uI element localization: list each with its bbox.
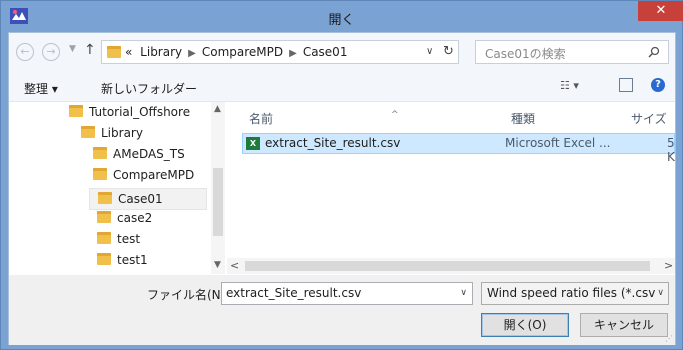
- scrollbar-thumb[interactable]: [213, 168, 223, 236]
- scroll-up-icon[interactable]: ▲: [214, 104, 221, 114]
- folder-icon: [93, 147, 107, 159]
- sort-ascending-icon: ^: [391, 110, 399, 120]
- file-size: 5 K: [667, 136, 675, 164]
- new-folder-button[interactable]: 新しいフォルダー: [101, 80, 197, 97]
- breadcrumb: « Library ▶ CompareMPD ▶ Case01: [125, 45, 347, 59]
- address-dropdown-icon[interactable]: ∨: [426, 46, 433, 57]
- folder-icon: [97, 211, 111, 223]
- column-header-size[interactable]: サイズ: [631, 110, 667, 127]
- breadcrumb-item-comparempd[interactable]: CompareMPD: [202, 45, 283, 59]
- filename-value: extract_Site_result.csv: [226, 286, 362, 300]
- chevron-down-icon[interactable]: ∨: [655, 288, 664, 298]
- folder-icon: [97, 232, 111, 244]
- breadcrumb-item-library[interactable]: Library: [140, 45, 182, 59]
- open-file-dialog: 開く ✕ ← → ▼ ↑ « Library ▶ CompareMPD ▶ Case01…: [0, 0, 683, 350]
- tree-item-test[interactable]: test: [97, 232, 140, 254]
- refresh-icon[interactable]: ↻: [443, 44, 454, 59]
- navigation-pane: Tutorial_Offshore Library AMeDAS_TS Comp…: [9, 102, 224, 275]
- recent-locations-dropdown[interactable]: ▼: [69, 44, 76, 54]
- folder-icon: [81, 126, 95, 138]
- close-button[interactable]: ✕: [638, 1, 683, 21]
- forward-button[interactable]: →: [42, 43, 60, 61]
- file-row[interactable]: X extract_Site_result.csv Microsoft Exce…: [242, 133, 675, 164]
- search-placeholder: Case01の検索: [485, 47, 566, 61]
- folder-icon: [93, 168, 107, 180]
- navigation-pane-scrollbar[interactable]: ▲ ▼: [211, 102, 225, 274]
- file-type-value: Wind speed ratio files (*.csv: [487, 286, 656, 300]
- tree-item-case2[interactable]: case2: [97, 211, 152, 233]
- filename-label: ファイル名(N):: [147, 288, 230, 302]
- chevron-down-icon[interactable]: ∨: [460, 288, 467, 298]
- scroll-down-icon[interactable]: ▼: [214, 260, 221, 270]
- tree-item-case01[interactable]: Case01: [89, 188, 207, 210]
- cancel-button[interactable]: キャンセル: [580, 313, 668, 337]
- folder-icon: [97, 253, 111, 265]
- scrollbar-thumb[interactable]: [245, 261, 650, 271]
- column-header-type[interactable]: 種類: [511, 110, 535, 127]
- open-button[interactable]: 開く(O): [481, 313, 569, 337]
- up-button[interactable]: ↑: [84, 42, 96, 58]
- file-name: extract_Site_result.csv: [265, 136, 401, 150]
- tree-item-tutorial-offshore[interactable]: Tutorial_Offshore: [69, 105, 190, 127]
- address-box[interactable]: « Library ▶ CompareMPD ▶ Case01 ∨ ↻: [101, 40, 459, 64]
- file-list: 名前 ^ 種類 サイズ X extract_Site_result.csv Mic…: [227, 102, 675, 275]
- breadcrumb-item-case01[interactable]: Case01: [303, 45, 348, 59]
- view-options-icon[interactable]: ☷ ▾: [560, 79, 579, 92]
- breadcrumb-overflow[interactable]: «: [125, 45, 132, 59]
- search-icon[interactable]: [648, 46, 660, 58]
- chevron-right-icon[interactable]: ▶: [188, 48, 196, 59]
- tree-item-library[interactable]: Library: [81, 126, 143, 148]
- dialog-title: 開く: [328, 13, 355, 28]
- preview-pane-icon[interactable]: [619, 78, 633, 92]
- resize-grip-icon[interactable]: ⋰: [665, 334, 673, 343]
- filename-input[interactable]: extract_Site_result.csv ∨: [221, 282, 473, 305]
- dialog-footer: ファイル名(N): extract_Site_result.csv ∨ Wind…: [9, 275, 675, 345]
- dialog-body: ← → ▼ ↑ « Library ▶ CompareMPD ▶ Case01 ∨ ↻ …: [8, 32, 676, 345]
- folder-icon: [107, 46, 121, 58]
- file-list-scrollbar[interactable]: < >: [227, 258, 675, 274]
- tree-item-amedas-ts[interactable]: AMeDAS_TS: [93, 147, 185, 169]
- column-header-name[interactable]: 名前 ^: [249, 110, 399, 127]
- address-bar-area: ← → ▼ ↑ « Library ▶ CompareMPD ▶ Case01 ∨ ↻ …: [9, 33, 675, 73]
- scroll-left-icon[interactable]: <: [230, 259, 239, 272]
- tree-item-comparempd[interactable]: CompareMPD: [93, 168, 194, 190]
- tree-item-test1[interactable]: test1: [97, 253, 148, 275]
- back-button[interactable]: ←: [16, 43, 34, 61]
- file-type: Microsoft Excel ...: [505, 136, 611, 150]
- file-type-select[interactable]: Wind speed ratio files (*.csv ∨: [481, 282, 669, 305]
- help-icon[interactable]: ?: [651, 78, 665, 92]
- command-bar: 整理 ▾ 新しいフォルダー ☷ ▾ ?: [9, 73, 675, 102]
- scroll-right-icon[interactable]: >: [664, 259, 673, 272]
- title-bar[interactable]: 開く ✕: [1, 1, 683, 32]
- chevron-right-icon[interactable]: ▶: [289, 48, 297, 59]
- folder-icon: [69, 105, 83, 117]
- organize-button[interactable]: 整理 ▾: [24, 80, 58, 97]
- excel-file-icon: X: [246, 137, 260, 150]
- folder-icon: [98, 192, 112, 204]
- search-box[interactable]: Case01の検索: [475, 40, 669, 64]
